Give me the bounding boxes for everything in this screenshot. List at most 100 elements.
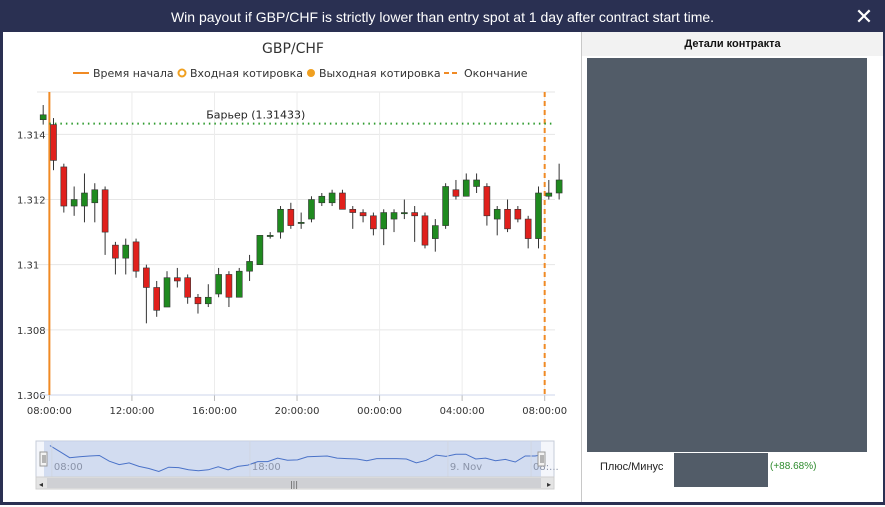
candle-body <box>535 192 542 239</box>
candle <box>132 238 140 278</box>
price-chart[interactable]: GBP/CHF Время начала Входная котировка В… <box>3 32 580 502</box>
barrier-label: Барьер (1.31433) <box>206 109 305 122</box>
candle <box>246 254 253 281</box>
candle <box>225 271 233 308</box>
candle <box>555 163 563 200</box>
candle <box>493 206 501 236</box>
candle <box>349 206 357 229</box>
candle <box>504 199 511 233</box>
candle <box>163 271 171 308</box>
candle-body <box>112 244 119 259</box>
candle-body <box>132 241 140 272</box>
candle-body <box>50 124 57 161</box>
chart-grid <box>37 91 555 396</box>
candle-body <box>215 274 222 295</box>
candle-body <box>318 195 326 204</box>
candle <box>70 186 78 216</box>
candle <box>535 186 542 249</box>
candle <box>60 163 68 213</box>
navigator-label: 18:00 <box>252 462 281 473</box>
legend-exit-spot[interactable]: Выходная котировка <box>319 67 441 80</box>
navigator-label: 08:... <box>533 462 559 473</box>
y-tick-label: 1.31 <box>17 261 39 272</box>
candle-body <box>153 287 160 311</box>
close-icon[interactable]: ✕ <box>854 6 874 28</box>
y-tick-label: 1.312 <box>17 196 46 207</box>
candle-body <box>194 296 202 305</box>
barrier: Барьер (1.31433) <box>49 109 555 125</box>
contract-details-panel: Детали контракта Плюс/Минус (+88.68%) <box>581 32 883 502</box>
x-tick-label: 08:00:00 <box>27 406 72 417</box>
candle-body <box>493 208 501 220</box>
navigator[interactable]: 08:00 18:00 9. Nov 08:... ||| ◂ ▸ <box>35 440 559 490</box>
legend-exit-spot-swatch <box>307 69 315 77</box>
candle-body <box>70 199 78 207</box>
candle <box>359 209 367 223</box>
candles <box>39 105 563 324</box>
candle <box>204 284 212 308</box>
candle <box>432 219 439 252</box>
candle-body <box>91 189 99 204</box>
candle-body <box>555 179 563 194</box>
candle-body <box>504 208 511 230</box>
y-tick-label: 1.314 <box>17 130 46 141</box>
navigator-right-handle[interactable] <box>537 451 546 467</box>
candle <box>277 206 284 239</box>
candle-body <box>101 189 109 233</box>
candle-body <box>514 208 522 220</box>
candle <box>318 193 326 207</box>
candle-body <box>81 192 88 207</box>
x-tick-label: 16:00:00 <box>192 406 237 417</box>
candle <box>339 189 346 210</box>
candle <box>256 235 264 265</box>
legend-entry-spot-swatch <box>177 68 187 78</box>
candle-body <box>39 114 47 120</box>
candle <box>452 179 460 200</box>
legend-end-time[interactable]: Окончание <box>464 67 528 80</box>
candle <box>473 173 480 193</box>
candle-body <box>328 192 336 204</box>
candle <box>194 294 202 314</box>
contract-dialog: Win payout if GBP/CHF is strictly lower … <box>0 0 885 505</box>
candle <box>215 267 222 298</box>
x-tick-label: 04:00:00 <box>440 406 485 417</box>
candle-body <box>370 215 377 230</box>
candle <box>442 183 449 229</box>
candle-body <box>163 277 171 308</box>
dialog-title: Win payout if GBP/CHF is strictly lower … <box>170 9 715 25</box>
legend-start-time[interactable]: Время начала <box>93 67 174 80</box>
candle-body <box>421 215 429 246</box>
candle-body <box>256 235 264 265</box>
candle <box>421 212 429 249</box>
candle-body <box>246 261 253 272</box>
candle-body <box>349 208 357 213</box>
candle-body <box>143 267 150 288</box>
candle <box>545 179 553 200</box>
candle <box>101 186 109 255</box>
scroll-right-arrow-icon[interactable]: ▸ <box>547 480 551 489</box>
candle-body <box>432 225 439 239</box>
legend-entry-spot[interactable]: Входная котировка <box>190 67 303 80</box>
candle-body <box>184 277 191 298</box>
candle-body <box>287 208 295 226</box>
candle <box>112 241 119 275</box>
candle <box>91 183 99 223</box>
candle <box>370 212 377 236</box>
candle <box>50 118 57 171</box>
candle <box>483 183 491 226</box>
candle <box>184 274 191 304</box>
candle-body <box>524 218 532 239</box>
candle <box>514 206 522 223</box>
y-axis: 1.306 1.308 1.31 1.312 1.314 <box>17 130 46 402</box>
candle-body <box>235 270 243 298</box>
navigator-left-handle[interactable] <box>39 451 48 467</box>
candle-body <box>297 222 305 224</box>
candle <box>81 173 88 223</box>
chart-area: GBP/CHF Время начала Входная котировка В… <box>3 32 580 502</box>
y-tick-label: 1.308 <box>17 326 46 337</box>
scrollbar-grip-icon: ||| <box>290 480 298 489</box>
y-tick-label: 1.306 <box>17 391 46 402</box>
scroll-left-arrow-icon[interactable]: ◂ <box>39 480 43 489</box>
candle-body <box>462 179 470 197</box>
candle <box>266 232 274 239</box>
